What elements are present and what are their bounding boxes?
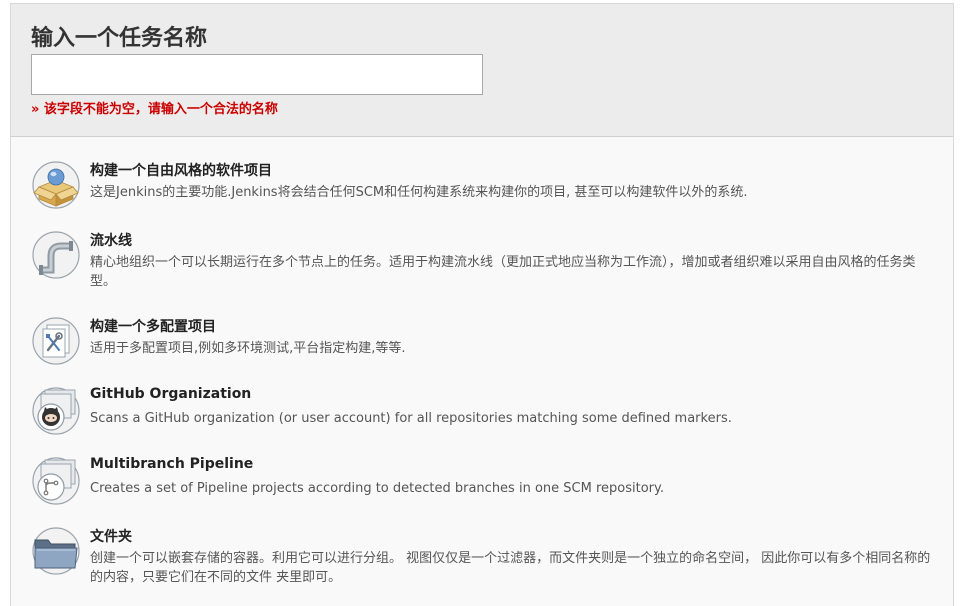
item-name-section: 输入一个任务名称 » 该字段不能为空，请输入一个合法的名称 — [11, 4, 953, 137]
validation-error: » 该字段不能为空，请输入一个合法的名称 — [31, 102, 278, 117]
item-type-folder[interactable]: 文件夹 创建一个可以嵌套存储的容器。利用它可以进行分组。 视图仅仅是一个过滤器，… — [11, 526, 953, 592]
item-title: 构建一个自由风格的软件项目 — [90, 163, 272, 179]
item-title: 构建一个多配置项目 — [90, 319, 216, 335]
freestyle-package-icon — [31, 160, 81, 210]
pipeline-icon — [31, 230, 81, 280]
item-description: 创建一个可以嵌套存储的容器。利用它可以进行分组。 视图仅仅是一个过滤器，而文件夹… — [90, 551, 931, 585]
item-type-multi-configuration[interactable]: 构建一个多配置项目 适用于多配置项目,例如多环境测试,平台指定构建,等等. — [11, 316, 953, 366]
page-title: 输入一个任务名称 — [31, 26, 208, 51]
item-type-pipeline[interactable]: 流水线 精心地组织一个可以长期运行在多个节点上的任务。适用于构建流水线（更加正式… — [11, 230, 953, 296]
folder-icon — [31, 526, 81, 576]
github-organization-icon — [31, 386, 81, 436]
item-description: 适用于多配置项目,例如多环境测试,平台指定构建,等等. — [90, 341, 406, 356]
item-title: Multibranch Pipeline — [90, 456, 254, 472]
item-description: 精心地组织一个可以长期运行在多个节点上的任务。适用于构建流水线（更加正式地应当称… — [90, 255, 916, 289]
item-title: GitHub Organization — [90, 386, 252, 402]
item-name-input[interactable] — [31, 54, 483, 95]
item-type-multibranch-pipeline[interactable]: Multibranch Pipeline Creates a set of Pi… — [11, 456, 953, 506]
multi-config-icon — [31, 316, 81, 366]
item-description: Creates a set of Pipeline projects accor… — [90, 481, 664, 496]
item-title: 文件夹 — [90, 529, 132, 545]
item-description: Scans a GitHub organization (or user acc… — [90, 411, 732, 426]
item-type-freestyle[interactable]: 构建一个自由风格的软件项目 这是Jenkins的主要功能.Jenkins将会结合… — [11, 160, 953, 210]
item-title: 流水线 — [90, 233, 132, 249]
multibranch-pipeline-icon — [31, 456, 81, 506]
item-description: 这是Jenkins的主要功能.Jenkins将会结合任何SCM和任何构建系统来构… — [90, 185, 748, 200]
new-item-panel: 输入一个任务名称 » 该字段不能为空，请输入一个合法的名称 构建一个自由风格的软… — [10, 3, 954, 606]
item-type-github-organization[interactable]: GitHub Organization Scans a GitHub organ… — [11, 386, 953, 436]
